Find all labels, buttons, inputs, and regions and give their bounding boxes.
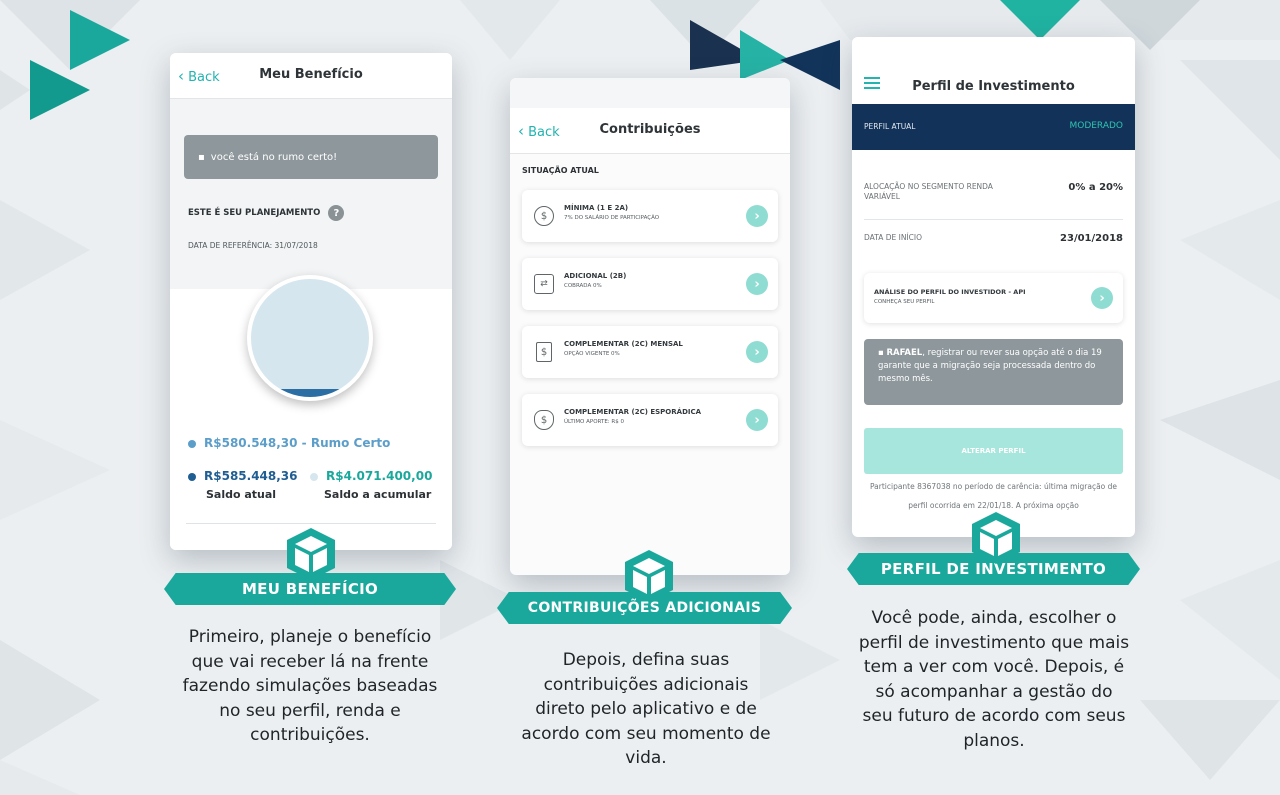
legend-dot-saldo-atual — [188, 472, 196, 481]
phone-contribuicoes: ‹ Back Contribuições SITUAÇÃO ATUAL $ MÍ… — [510, 78, 790, 575]
start-date-value: 23/01/2018 — [1060, 233, 1123, 244]
contribution-card-esporadica[interactable]: $ COMPLEMENTAR (2C) ESPORÁDICA ÚLTIMO AP… — [522, 394, 778, 446]
saldo-atual: R$585.448,36 Saldo atual — [188, 469, 298, 501]
phone-meu-beneficio: ‹ Back Meu Benefício ▪ você está no rumo… — [170, 53, 452, 550]
cube-icon — [287, 528, 335, 580]
card-subtitle: ÚLTIMO APORTE: R$ 0 — [564, 419, 624, 425]
saldo-atual-value: R$585.448,36 — [204, 469, 298, 483]
handshake-icon: ⇄ — [534, 274, 554, 294]
saldo-acumular-value: R$4.071.400,00 — [326, 469, 433, 483]
cube-icon — [972, 512, 1020, 564]
card-title: COMPLEMENTAR (2C) ESPORÁDICA — [564, 408, 702, 416]
caption-perfil: Você pode, ainda, escolher o perfil de i… — [858, 608, 1130, 751]
planning-heading-text: ESTE É SEU PLANEJAMENTO — [188, 208, 321, 218]
benefit-circle-gauge — [247, 275, 373, 401]
page-title: Perfil de Investimento — [912, 79, 1075, 94]
coin-icon: $ — [534, 206, 554, 226]
notice-name: RAFAEL — [886, 348, 923, 358]
saldo-acumular-label: Saldo a acumular — [324, 488, 432, 501]
contribution-card-mensal[interactable]: $ COMPLEMENTAR (2C) MENSAL OPÇÃO VIGENTE… — [522, 326, 778, 378]
divider — [864, 219, 1123, 220]
page-title: Contribuições — [599, 122, 701, 137]
money-bag-icon: $ — [534, 410, 554, 430]
benefit-circle-fill — [251, 388, 369, 397]
phone-perfil-investimento: Perfil de Investimento PERFIL ATUAL MODE… — [852, 37, 1135, 537]
help-icon[interactable]: ? — [328, 205, 345, 221]
allocation-label: ALOCAÇÃO NO SEGMENTO RENDA VARIÁVEL — [864, 182, 993, 201]
migration-notice: ▪ RAFAEL, registrar ou rever sua opção a… — [864, 339, 1123, 405]
status-banner: ▪ você está no rumo certo! — [184, 135, 438, 179]
investor-analysis-card[interactable]: ANÁLISE DO PERFIL DO INVESTIDOR - API CO… — [864, 273, 1123, 323]
current-profile-value: MODERADO — [1069, 121, 1123, 131]
chevron-right-icon[interactable]: › — [746, 341, 768, 363]
allocation-row: ALOCAÇÃO NO SEGMENTO RENDA VARIÁVEL 0% a… — [864, 182, 1123, 202]
change-profile-button-label: ALTERAR PERFIL — [961, 447, 1026, 455]
planning-heading: ESTE É SEU PLANEJAMENTO ? — [188, 205, 345, 221]
card-subtitle: CONHEÇA SEU PERFIL — [874, 299, 935, 305]
status-bar — [510, 78, 790, 108]
status-banner-text: você está no rumo certo! — [210, 151, 338, 163]
card-title: ADICIONAL (2B) — [564, 272, 627, 280]
nav-bar: Perfil de Investimento — [852, 67, 1135, 105]
page-title: Meu Benefício — [259, 67, 363, 82]
chevron-right-icon[interactable]: › — [746, 409, 768, 431]
card-title: MÍNIMA (1 E 2A) — [564, 204, 629, 212]
saldo-acumular: R$4.071.400,00 Saldo a acumular — [310, 469, 432, 501]
current-profile-bar: PERFIL ATUAL MODERADO — [852, 104, 1135, 150]
status-bar — [852, 37, 1135, 67]
saldo-atual-label: Saldo atual — [206, 488, 277, 501]
reference-date: DATA DE REFERÊNCIA: 31/07/2018 — [188, 241, 318, 250]
card-subtitle: 7% DO SALÁRIO DE PARTICIPAÇÃO — [564, 215, 660, 221]
legend-dot-rumo-certo — [188, 439, 196, 448]
document-icon: $ — [536, 342, 552, 362]
divider — [186, 523, 436, 524]
piggy-bank-icon: ▪ — [198, 151, 205, 163]
change-profile-button[interactable]: ALTERAR PERFIL — [864, 428, 1123, 474]
rumo-certo-line: R$580.548,30 - Rumo Certo — [188, 436, 390, 450]
card-title: ANÁLISE DO PERFIL DO INVESTIDOR - API — [874, 288, 1026, 296]
chevron-right-icon[interactable]: › — [1091, 287, 1113, 309]
cube-icon — [625, 550, 673, 602]
chevron-right-icon[interactable]: › — [746, 205, 768, 227]
allocation-value: 0% a 20% — [1068, 182, 1123, 193]
caption-meu-beneficio: Primeiro, planeje o benefício que vai re… — [182, 627, 438, 745]
contribution-card-minima[interactable]: $ MÍNIMA (1 E 2A) 7% DO SALÁRIO DE PARTI… — [522, 190, 778, 242]
contribution-card-adicional[interactable]: ⇄ ADICIONAL (2B) COBRADA 0% › — [522, 258, 778, 310]
section-heading: SITUAÇÃO ATUAL — [522, 166, 599, 175]
card-subtitle: COBRADA 0% — [564, 283, 602, 289]
nav-bar: ‹ Back Meu Benefício — [170, 53, 452, 99]
nav-bar: ‹ Back Contribuições — [510, 108, 790, 154]
chevron-right-icon[interactable]: › — [746, 273, 768, 295]
card-subtitle: OPÇÃO VIGENTE 0% — [564, 351, 620, 357]
rumo-certo-value: R$580.548,30 - Rumo Certo — [204, 436, 391, 450]
caption-contribuicoes: Depois, defina suas contribuições adicio… — [521, 650, 771, 768]
legend-dot-saldo-acumular — [310, 472, 318, 481]
header-section — [170, 99, 452, 289]
start-date-row: DATA DE INÍCIO 23/01/2018 — [864, 233, 1123, 244]
current-profile-label: PERFIL ATUAL — [864, 122, 916, 131]
card-title: COMPLEMENTAR (2C) MENSAL — [564, 340, 683, 348]
